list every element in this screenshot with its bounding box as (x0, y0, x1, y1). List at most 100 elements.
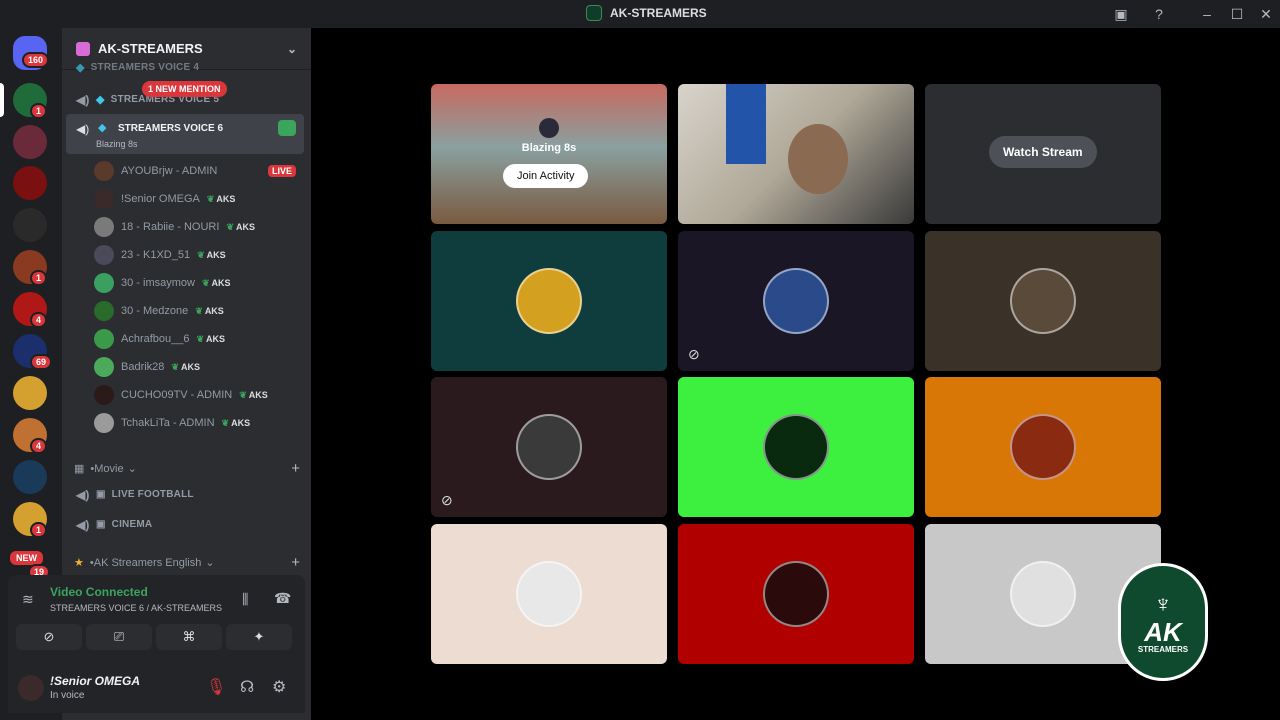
new-mention-badge[interactable]: 1 NEW MENTION (142, 81, 227, 97)
voice-user[interactable]: TchakLiTa - ADMIN ❦ AKS (94, 410, 304, 436)
user-name: TchakLiTa - ADMIN (121, 417, 215, 429)
participant-tile[interactable] (431, 524, 667, 664)
voice-user[interactable]: CUCHO09TV - ADMIN ❦ AKS (94, 382, 304, 408)
server-badge: 69 (30, 354, 53, 370)
server-icon[interactable] (13, 376, 47, 410)
role-tag-label: AKS (180, 362, 200, 372)
role-tag: ❦ AKS (197, 250, 226, 261)
webcam-person (788, 124, 848, 194)
category-movie[interactable]: ▦ • Movie ⌄ + (74, 460, 300, 477)
participant-tile[interactable] (678, 524, 914, 664)
add-channel-icon[interactable]: + (291, 554, 300, 571)
server-icon[interactable] (13, 460, 47, 494)
mic-muted-icon: ⊘ (688, 346, 700, 362)
user-status: In voice (50, 690, 85, 701)
role-tag: ❦ AKS (226, 222, 255, 233)
phoenix-icon: ♆ (1154, 590, 1172, 618)
voice-user[interactable]: AYOUBrjw - ADMIN LIVE (94, 158, 304, 184)
gem-icon: ◆ (96, 93, 105, 106)
user-name: 23 - K1XD_51 (121, 249, 191, 261)
disconnect-icon[interactable]: ☎ (274, 590, 291, 607)
user-name: Achrafbou__6 (121, 333, 190, 345)
activity-avatar (539, 118, 559, 138)
participant-tile[interactable] (925, 377, 1161, 517)
chevron-down-icon: ⌄ (286, 41, 297, 56)
mic-muted-icon[interactable]: 🎙 (206, 677, 226, 697)
voice-user[interactable]: Badrik28 ❦ AKS (94, 354, 304, 380)
channel-label: STREAMERS VOICE 4 (90, 61, 200, 73)
leaf-icon: ❦ (195, 305, 203, 316)
live-badge: LIVE (267, 165, 296, 177)
help-icon[interactable]: ? (1149, 5, 1169, 23)
server-icon[interactable] (13, 208, 47, 242)
channel-label: STREAMERS VOICE 6 (118, 123, 224, 134)
camera-icon: ▣ (96, 518, 106, 530)
logo-subtext: STREAMERS (1137, 644, 1189, 654)
role-tag-label: AKS (248, 390, 268, 400)
voice-user[interactable]: 30 - Medzone ❦ AKS (94, 298, 304, 324)
settings-gear-icon[interactable]: ⚙ (272, 677, 286, 697)
camera-off-button[interactable]: ⊘ (16, 624, 82, 650)
activity-button[interactable]: ⌘ (156, 624, 222, 650)
logo-text: AK (1144, 616, 1182, 647)
category-label: AK Streamers English (93, 556, 202, 569)
participant-tile[interactable]: ⊘ (431, 377, 667, 517)
participant-tile[interactable] (678, 377, 914, 517)
soundboard-icon: ✦ (253, 629, 265, 644)
avatar[interactable] (18, 675, 44, 701)
activity-tile[interactable]: Blazing 8s Join Activity (431, 84, 667, 224)
user-name: Badrik28 (121, 361, 165, 373)
voice-status-title[interactable]: Video Connected (50, 585, 148, 599)
title-center: AK-STREAMERS (586, 5, 707, 21)
headphones-icon[interactable]: ☊ (240, 677, 254, 697)
role-tag-label: AKS (231, 418, 251, 428)
screen-share-button[interactable]: ⎚ (86, 624, 152, 650)
channel-voice-6-selected[interactable]: ◀) ◆ STREAMERS VOICE 6 Blazing 8s (66, 114, 304, 154)
role-tag-label: AKS (206, 250, 226, 260)
webcam-tile[interactable] (678, 84, 914, 224)
maximize-icon[interactable]: ☐ (1227, 5, 1247, 23)
join-activity-button[interactable]: Join Activity (503, 164, 589, 188)
gamepad-icon: ⌘ (182, 629, 196, 644)
channel-cinema[interactable]: ◀) ▣ CINEMA (70, 510, 304, 538)
user-name: CUCHO09TV - ADMIN (121, 389, 233, 401)
add-channel-icon[interactable]: + (291, 460, 300, 477)
channel-voice-4[interactable]: ◆ STREAMERS VOICE 4 (70, 60, 304, 74)
role-tag: ❦ AKS (197, 334, 226, 345)
server-icon[interactable] (13, 125, 47, 159)
voice-user[interactable]: 23 - K1XD_51 ❦ AKS (94, 242, 304, 268)
participant-tile[interactable] (431, 231, 667, 371)
voice-user[interactable]: Achrafbou__6 ❦ AKS (94, 326, 304, 352)
avatar (763, 561, 829, 627)
role-tag-label: AKS (211, 278, 231, 288)
voice-user[interactable]: !Senior OMEGA ❦ AKS (94, 186, 304, 212)
inbox-icon[interactable]: ▣ (1111, 5, 1131, 23)
role-tag-label: AKS (204, 306, 224, 316)
avatar (763, 268, 829, 334)
voice-user[interactable]: 30 - imsaymow ❦ AKS (94, 270, 304, 296)
minimize-icon[interactable]: – (1197, 5, 1217, 23)
watch-stream-button[interactable]: Watch Stream (989, 136, 1097, 168)
soundboard-button[interactable]: ✦ (226, 624, 292, 650)
category-english[interactable]: ★ • AK Streamers English ⌄ + (74, 554, 300, 571)
close-icon[interactable]: ✕ (1256, 5, 1276, 23)
channel-live-football[interactable]: ◀) ▣ LIVE FOOTBALL (70, 480, 304, 508)
server-icon[interactable] (13, 166, 47, 200)
ak-streamers-logo: ♆ AK STREAMERS (1118, 563, 1208, 681)
voice-status-subtitle[interactable]: STREAMERS VOICE 6 / AK-STREAMERS (50, 603, 222, 613)
participant-tile[interactable] (925, 231, 1161, 371)
webcam-jacket (726, 84, 766, 164)
noise-suppression-icon[interactable]: ⫼ (242, 591, 248, 608)
server-badge: 1 (30, 270, 48, 286)
avatar (94, 245, 114, 265)
stream-tile[interactable]: Watch Stream (925, 84, 1161, 224)
role-tag-label: AKS (206, 334, 226, 344)
participant-tile[interactable]: ⊘ (678, 231, 914, 371)
role-tag: ❦ AKS (207, 194, 236, 205)
server-badge: 4 (30, 438, 48, 454)
voice-user[interactable]: 18 - Rabiie - NOURI ❦ AKS (94, 214, 304, 240)
leaf-icon: ❦ (206, 193, 215, 204)
signal-icon[interactable]: ≋ (22, 591, 34, 608)
avatar (516, 561, 582, 627)
camera-icon: ▣ (96, 488, 106, 500)
